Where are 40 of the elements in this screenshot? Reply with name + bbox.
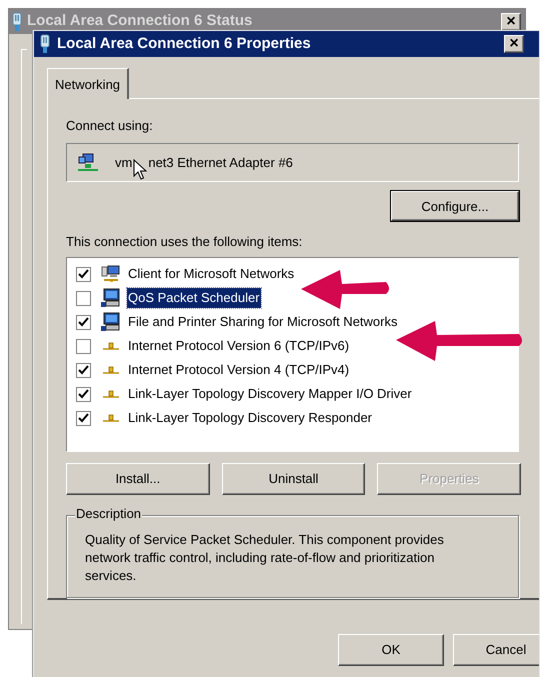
list-item[interactable]: File and Printer Sharing for Microsoft Networks [127, 312, 398, 332]
list-item[interactable]: Link-Layer Topology Discovery Mapper I/O Driver [127, 384, 413, 404]
checkbox[interactable] [76, 314, 91, 330]
network-adapter-icon [77, 152, 99, 173]
adapter-name: vm [115, 154, 132, 172]
configure-button[interactable]: Configure... [391, 191, 519, 222]
window-title: Local Area Connection 6 Status [27, 11, 252, 32]
checkbox[interactable] [76, 338, 91, 354]
plug-icon [39, 34, 51, 54]
checkbox[interactable] [76, 266, 91, 282]
list-item[interactable]: Client for Microsoft Networks [127, 264, 296, 284]
network-link-icon [101, 412, 121, 424]
network-link-icon [101, 340, 121, 352]
network-link-icon [101, 364, 121, 376]
mouse-pointer-icon [133, 158, 148, 181]
checkbox[interactable] [76, 386, 91, 402]
items-label: This connection uses the following items: [66, 233, 304, 252]
checkbox[interactable] [76, 290, 91, 306]
computer-icon [101, 288, 121, 308]
close-button[interactable]: × [501, 12, 521, 30]
close-button[interactable]: × [504, 35, 524, 53]
network-computer-icon [101, 265, 121, 284]
dialog-button[interactable]: Cancel [453, 634, 539, 666]
tab[interactable]: Networking [47, 68, 130, 99]
list-item[interactable]: Internet Protocol Version 6 (TCP/IPv6) [127, 336, 350, 356]
plug-icon [11, 12, 23, 32]
list-item[interactable]: Link-Layer Topology Discovery Responder [127, 408, 373, 428]
adapter-name: net3 Ethernet Adapter #6 [148, 154, 293, 172]
list-item[interactable]: Internet Protocol Version 4 (TCP/IPv4) [127, 360, 350, 380]
checkbox[interactable] [76, 362, 91, 378]
network-link-icon [101, 388, 121, 400]
connect-using-label: Connect using: [66, 117, 154, 135]
list-item[interactable]: QoS Packet Scheduler [127, 288, 261, 308]
dialog-button[interactable]: OK [338, 634, 444, 666]
window-title: Local Area Connection 6 Properties [57, 34, 311, 54]
checkbox[interactable] [76, 410, 91, 426]
description-text: Quality of Service Packet Scheduler. This component provides network traffic control, including rate-of-flow and prioritization services. [85, 531, 445, 586]
list-action-button[interactable]: Uninstall [222, 463, 366, 496]
list-action-button[interactable]: Install... [66, 463, 210, 496]
computer-icon [101, 312, 121, 332]
